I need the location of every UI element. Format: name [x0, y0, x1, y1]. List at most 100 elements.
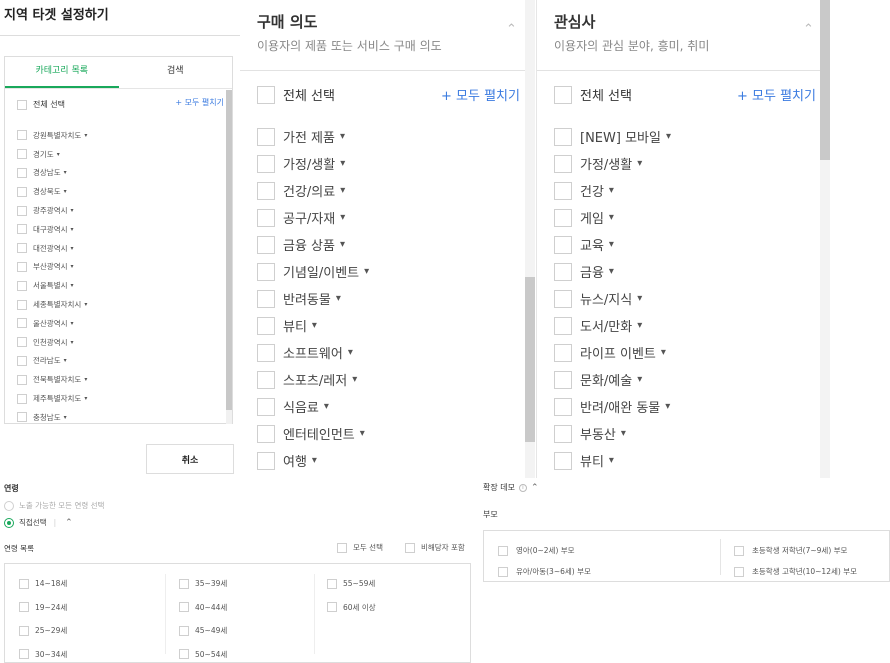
chevron-up-icon[interactable]: ⌃	[506, 22, 517, 37]
age-item[interactable]: 14~18세	[19, 572, 67, 596]
purchase-select-all-checkbox[interactable]	[257, 85, 275, 104]
purchase-intent-item-checkbox[interactable]	[257, 154, 275, 173]
caret-down-icon[interactable]: ▾	[609, 455, 614, 466]
caret-down-icon[interactable]: ▾	[340, 239, 345, 250]
age-item[interactable]: 55~59세	[327, 572, 376, 596]
interests-select-all[interactable]: 전체 선택	[554, 85, 632, 104]
region-item[interactable]: 대구광역시 ▾	[17, 220, 222, 239]
caret-down-icon[interactable]: ▾	[609, 212, 614, 223]
purchase-scroll-thumb[interactable]	[525, 277, 535, 442]
interest-item-checkbox[interactable]	[554, 370, 572, 389]
age-item[interactable]: 30~34세	[19, 643, 67, 663]
region-list-scrollbar[interactable]	[226, 90, 232, 424]
interest-item[interactable]: 문화/예술 ▾	[554, 366, 814, 393]
purchase-intent-item-checkbox[interactable]	[257, 181, 275, 200]
caret-down-icon[interactable]: ▾	[340, 158, 345, 169]
interest-item-checkbox[interactable]	[554, 316, 572, 335]
caret-down-icon[interactable]: ▾	[312, 320, 317, 331]
region-item[interactable]: 대전광역시 ▾	[17, 239, 222, 258]
caret-down-icon[interactable]: ▾	[71, 207, 74, 214]
interest-item-checkbox[interactable]	[554, 289, 572, 308]
caret-down-icon[interactable]: ▾	[336, 293, 341, 304]
caret-down-icon[interactable]: ▾	[71, 263, 74, 270]
age-item-checkbox[interactable]	[327, 602, 337, 613]
purchase-intent-item[interactable]: 가정/생활 ▾	[257, 150, 517, 177]
purchase-intent-item-checkbox[interactable]	[257, 370, 275, 389]
region-item-checkbox[interactable]	[17, 224, 27, 235]
interest-item-checkbox[interactable]	[554, 424, 572, 443]
region-item-checkbox[interactable]	[17, 412, 27, 423]
parent-option[interactable]: 초등학생 고학년(10~12세) 부모	[734, 561, 857, 582]
region-item-checkbox[interactable]	[17, 149, 27, 160]
purchase-intent-item[interactable]: 식음료 ▾	[257, 393, 517, 420]
age-item-checkbox[interactable]	[179, 649, 189, 660]
interest-item[interactable]: 가정/생활 ▾	[554, 150, 814, 177]
caret-down-icon[interactable]: ▾	[324, 401, 329, 412]
region-item[interactable]: 충청남도 ▾	[17, 408, 222, 423]
chevron-up-icon[interactable]: ⌃	[531, 483, 539, 493]
caret-down-icon[interactable]: ▾	[71, 339, 74, 346]
caret-down-icon[interactable]: ▾	[71, 226, 74, 233]
region-item[interactable]: 전북특별자치도 ▾	[17, 370, 222, 389]
purchase-intent-item-checkbox[interactable]	[257, 424, 275, 443]
parent-option[interactable]: 영아(0~2세) 부모	[498, 540, 591, 561]
caret-down-icon[interactable]: ▾	[609, 239, 614, 250]
caret-down-icon[interactable]: ▾	[661, 347, 666, 358]
purchase-intent-item-checkbox[interactable]	[257, 235, 275, 254]
interest-item-checkbox[interactable]	[554, 397, 572, 416]
region-item[interactable]: 경상북도 ▾	[17, 182, 222, 201]
region-item-checkbox[interactable]	[17, 186, 27, 197]
region-item-checkbox[interactable]	[17, 243, 27, 254]
interest-item-checkbox[interactable]	[554, 208, 572, 227]
interest-item[interactable]: [NEW] 모바일 ▾	[554, 123, 814, 150]
age-item-checkbox[interactable]	[327, 578, 337, 589]
purchase-intent-item[interactable]: 기념일/이벤트 ▾	[257, 258, 517, 285]
age-all-radio[interactable]	[4, 500, 14, 511]
age-item-checkbox[interactable]	[19, 602, 29, 613]
chevron-up-icon[interactable]: ⌃	[803, 22, 814, 37]
age-item[interactable]: 19~24세	[19, 596, 67, 620]
interest-item-checkbox[interactable]	[554, 235, 572, 254]
purchase-intent-item[interactable]: 건강/의료 ▾	[257, 177, 517, 204]
chevron-up-icon[interactable]: ⌃	[65, 518, 73, 528]
caret-down-icon[interactable]: ▾	[348, 347, 353, 358]
region-list-scroll-thumb[interactable]	[226, 90, 232, 410]
caret-down-icon[interactable]: ▾	[665, 401, 670, 412]
purchase-intent-item-checkbox[interactable]	[257, 262, 275, 281]
purchase-intent-item[interactable]: 스포츠/레저 ▾	[257, 366, 517, 393]
interest-item[interactable]: 도서/만화 ▾	[554, 312, 814, 339]
parent-option[interactable]: 유아/아동(3~6세) 부모	[498, 561, 591, 582]
region-item-checkbox[interactable]	[17, 393, 27, 404]
region-select-all-checkbox[interactable]	[17, 99, 27, 110]
caret-down-icon[interactable]: ▾	[64, 414, 67, 421]
age-item-checkbox[interactable]	[19, 578, 29, 589]
region-item[interactable]: 전라남도 ▾	[17, 352, 222, 371]
caret-down-icon[interactable]: ▾	[609, 185, 614, 196]
age-item[interactable]: 35~39세	[179, 572, 227, 596]
age-item[interactable]: 25~29세	[19, 619, 67, 643]
caret-down-icon[interactable]: ▾	[637, 374, 642, 385]
region-item[interactable]: 광주광역시 ▾	[17, 201, 222, 220]
caret-down-icon[interactable]: ▾	[637, 320, 642, 331]
purchase-intent-item-checkbox[interactable]	[257, 451, 275, 470]
caret-down-icon[interactable]: ▾	[84, 395, 87, 402]
region-item[interactable]: 부산광역시 ▾	[17, 258, 222, 277]
region-item[interactable]: 강원특별자치도 ▾	[17, 126, 222, 145]
caret-down-icon[interactable]: ▾	[64, 169, 67, 176]
caret-down-icon[interactable]: ▾	[637, 158, 642, 169]
purchase-intent-item[interactable]: 공구/자재 ▾	[257, 204, 517, 231]
interest-item-checkbox[interactable]	[554, 181, 572, 200]
region-select-all[interactable]: 전체 선택	[17, 99, 65, 110]
purchase-intent-item[interactable]: 가전 제품 ▾	[257, 123, 517, 150]
region-item-checkbox[interactable]	[17, 355, 27, 366]
caret-down-icon[interactable]: ▾	[64, 357, 67, 364]
parent-option[interactable]: 초등학생 저학년(7~9세) 부모	[734, 540, 857, 561]
region-item-checkbox[interactable]	[17, 167, 27, 178]
region-item-checkbox[interactable]	[17, 280, 27, 291]
age-include-non-target[interactable]: 비해당자 포함	[405, 542, 465, 553]
caret-down-icon[interactable]: ▾	[71, 245, 74, 252]
region-item-checkbox[interactable]	[17, 299, 27, 310]
interest-item[interactable]: 반려/애완 동물 ▾	[554, 393, 814, 420]
caret-down-icon[interactable]: ▾	[340, 212, 345, 223]
region-item[interactable]: 인천광역시 ▾	[17, 333, 222, 352]
